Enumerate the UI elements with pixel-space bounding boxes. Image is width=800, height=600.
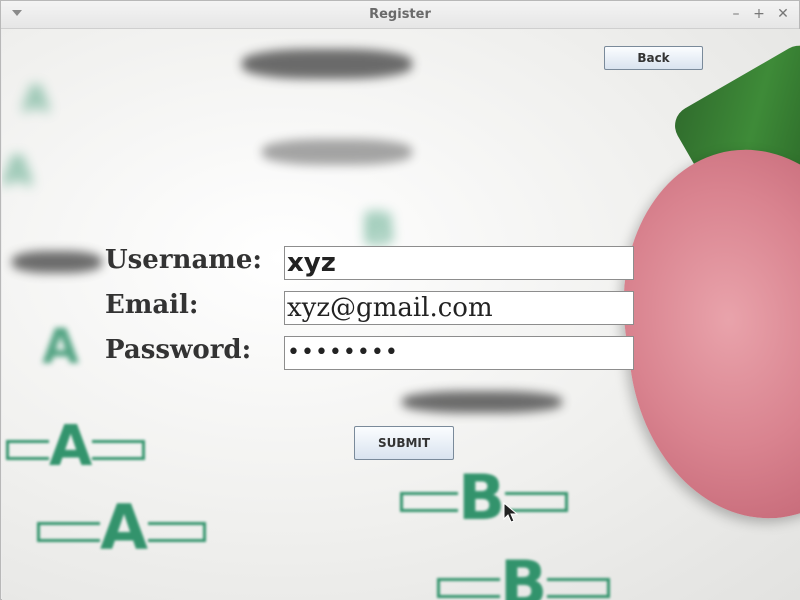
background-smudge xyxy=(402,391,562,413)
background-smudge xyxy=(262,139,412,165)
maximize-button[interactable]: + xyxy=(750,5,768,23)
submit-button[interactable]: SUBMIT xyxy=(354,426,454,460)
email-field[interactable]: xyz@gmail.com xyxy=(284,291,634,325)
email-label: Email: xyxy=(105,290,199,320)
window-title: Register xyxy=(369,7,431,22)
username-field[interactable]: xyz xyxy=(284,246,634,280)
background-smudge xyxy=(12,251,102,273)
mouse-pointer-icon xyxy=(503,502,519,523)
answer-bubble-decor: A xyxy=(2,149,33,195)
title-bar: Register – + ✕ xyxy=(1,1,799,29)
answer-bubble-decor: B xyxy=(437,547,611,600)
answer-bubble-decor: A xyxy=(37,491,206,564)
password-label: Password: xyxy=(105,335,252,365)
answer-bubble-decor: A xyxy=(22,79,50,120)
pencil-eraser-decor xyxy=(602,132,800,536)
background-smudge xyxy=(242,49,412,79)
answer-bubble-decor: A xyxy=(6,414,146,479)
close-button[interactable]: ✕ xyxy=(774,5,792,23)
answer-bubble-decor: A xyxy=(42,319,80,375)
form-panel: A A B A A A B B Back Username: xyz Email… xyxy=(2,29,800,600)
password-field[interactable]: •••••••• xyxy=(284,336,634,370)
back-button[interactable]: Back xyxy=(604,46,703,70)
username-label: Username: xyxy=(105,245,262,275)
answer-bubble-decor: B xyxy=(400,461,569,534)
minimize-button[interactable]: – xyxy=(727,5,745,23)
register-window: Register – + ✕ A A B A A A B B Back User… xyxy=(0,0,800,600)
